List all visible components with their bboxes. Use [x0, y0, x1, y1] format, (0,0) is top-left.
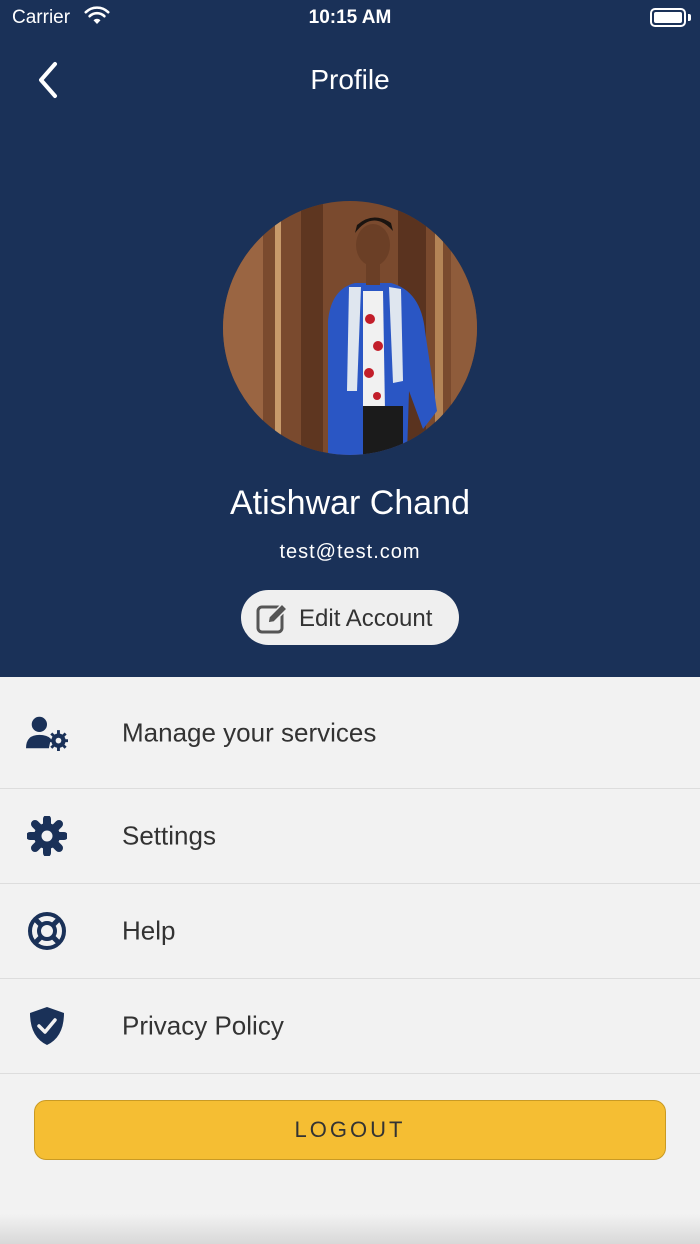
status-time: 10:15 AM: [308, 7, 392, 28]
logout-button[interactable]: LOGOUT: [34, 1100, 666, 1160]
edit-icon: [255, 601, 289, 640]
edit-account-label: Edit Account: [299, 605, 433, 632]
bottom-edge: [0, 1214, 700, 1244]
battery-cap: [688, 14, 691, 21]
profile-email: test@test.com: [279, 541, 421, 563]
edit-account-button[interactable]: Edit Account: [241, 590, 459, 645]
menu-label-privacy-policy: Privacy Policy: [122, 1010, 284, 1041]
profile-header: Carrier 10:15 AM Profile Atishwar Chand …: [0, 0, 700, 677]
battery-icon: [650, 8, 686, 27]
menu-label-settings: Settings: [122, 820, 216, 851]
user-gear-icon: [26, 712, 68, 754]
page-title: Profile: [310, 64, 390, 95]
menu-label-help: Help: [122, 915, 176, 946]
lifebuoy-icon: [26, 910, 68, 952]
avatar: [223, 201, 477, 455]
gear-icon: [26, 815, 68, 857]
menu-item-help[interactable]: Help: [0, 884, 700, 979]
menu-item-settings[interactable]: Settings: [0, 789, 700, 884]
profile-menu: Manage your services Settings Help Priva…: [0, 677, 700, 1074]
profile-name: Atishwar Chand: [229, 484, 470, 522]
menu-item-manage-services[interactable]: Manage your services: [0, 677, 700, 789]
menu-label-manage-services: Manage your services: [122, 717, 377, 747]
status-bar: Carrier 10:15 AM: [0, 0, 700, 40]
shield-check-icon: [26, 1005, 68, 1047]
menu-item-privacy-policy[interactable]: Privacy Policy: [0, 979, 700, 1074]
